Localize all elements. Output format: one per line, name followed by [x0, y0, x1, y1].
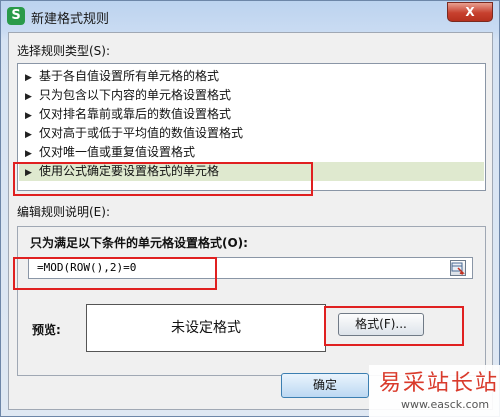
- rule-type-list[interactable]: ▶ 基于各自值设置所有单元格的格式 ▶ 只为包含以下内容的单元格设置格式 ▶ 仅对排名…: [17, 63, 486, 191]
- rule-type-item-label: 仅对高于或低于平均值的数值设置格式: [39, 126, 244, 140]
- preview-label: 预览:: [32, 323, 61, 337]
- site-watermark: 易采站长站 www.easck.com: [369, 365, 500, 417]
- watermark-url: www.easck.com: [401, 398, 490, 411]
- rule-type-item-label: 仅对排名靠前或靠后的数值设置格式: [39, 107, 232, 121]
- rule-type-item[interactable]: ▶ 仅对排名靠前或靠后的数值设置格式: [19, 105, 484, 124]
- watermark-title: 易采站长站: [379, 371, 500, 396]
- rule-type-item-label: 基于各自值设置所有单元格的格式: [39, 69, 220, 83]
- rule-type-item-label: 仅对唯一值或重复值设置格式: [39, 145, 196, 159]
- formula-value: =MOD(ROW(),2)=0: [37, 261, 137, 274]
- close-icon: X: [465, 5, 475, 19]
- rule-type-item-selected[interactable]: ▶ 使用公式确定要设置格式的单元格: [19, 162, 484, 181]
- rule-type-item-label: 只为包含以下内容的单元格设置格式: [39, 88, 232, 102]
- range-select-button[interactable]: [450, 260, 466, 276]
- rule-type-label: 选择规则类型(S):: [17, 44, 111, 58]
- wps-spreadsheet-icon: S: [7, 7, 25, 25]
- new-format-rule-dialog: S 新建格式规则 X 选择规则类型(S): ▶ 基于各自值设置所有单元格的格式 ▶…: [0, 0, 500, 417]
- format-button[interactable]: 格式(F)...: [338, 313, 424, 336]
- rule-type-item[interactable]: ▶ 只为包含以下内容的单元格设置格式: [19, 86, 484, 105]
- range-select-icon: [451, 262, 465, 275]
- triangle-right-icon: ▶: [25, 168, 32, 178]
- rule-description-group: 只为满足以下条件的单元格设置格式(O): =MOD(ROW(),2)=0 预览:…: [17, 226, 486, 376]
- close-button[interactable]: X: [447, 2, 493, 22]
- condition-label: 只为满足以下条件的单元格设置格式(O):: [30, 236, 248, 250]
- rule-type-item[interactable]: ▶ 仅对唯一值或重复值设置格式: [19, 143, 484, 162]
- formula-input[interactable]: =MOD(ROW(),2)=0: [28, 257, 473, 279]
- window-title: 新建格式规则: [31, 12, 110, 27]
- format-preview: 未设定格式: [86, 304, 326, 352]
- ok-button[interactable]: 确定: [281, 373, 369, 398]
- dialog-body: 选择规则类型(S): ▶ 基于各自值设置所有单元格的格式 ▶ 只为包含以下内容的单元…: [8, 32, 493, 410]
- title-bar[interactable]: S 新建格式规则 X: [1, 1, 499, 31]
- edit-desc-label: 编辑规则说明(E):: [17, 205, 110, 219]
- rule-type-item[interactable]: ▶ 仅对高于或低于平均值的数值设置格式: [19, 124, 484, 143]
- rule-type-item-label: 使用公式确定要设置格式的单元格: [39, 164, 220, 178]
- rule-type-item[interactable]: ▶ 基于各自值设置所有单元格的格式: [19, 67, 484, 86]
